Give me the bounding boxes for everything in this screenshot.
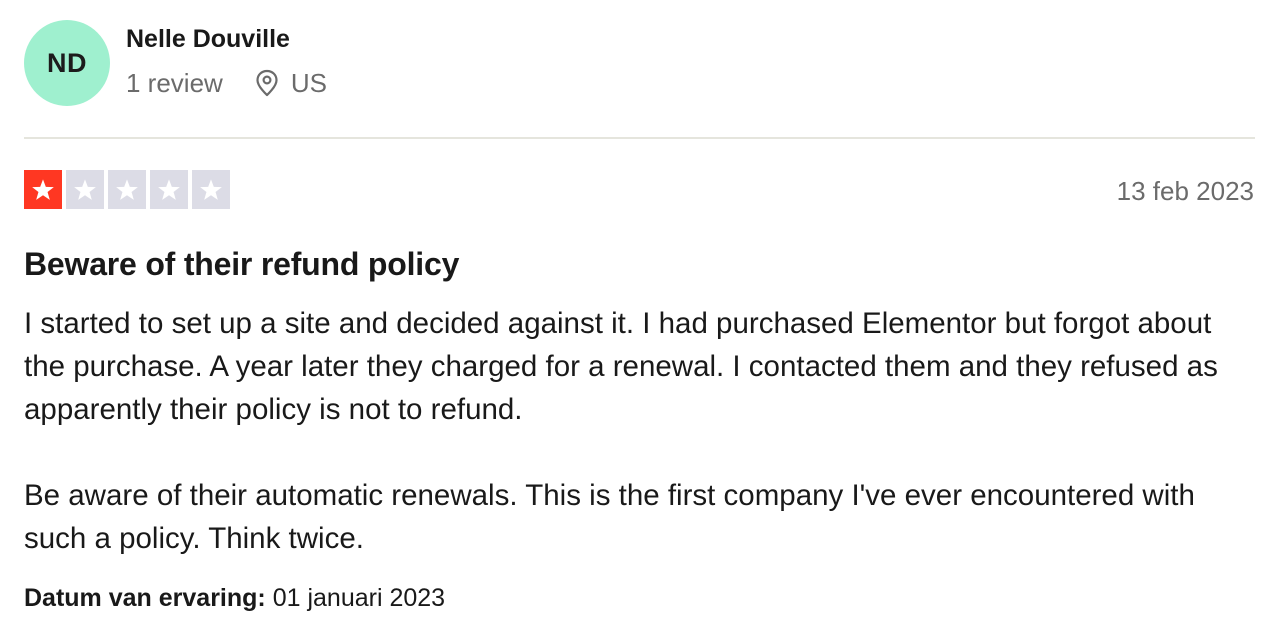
reviewer-header: ND Nelle Douville 1 review US [24,20,327,106]
star-empty-icon [192,170,230,209]
star-empty-icon [66,170,104,209]
location-label: US [290,68,327,98]
map-pin-icon [256,69,278,97]
review-paragraph: I started to set up a site and decided a… [24,307,1218,426]
star-empty-icon [108,170,146,209]
review-date: 13 feb 2023 [1116,176,1254,206]
review-paragraph: Be aware of their automatic renewals. Th… [24,479,1195,555]
star-empty-icon [150,170,188,209]
review-body: I started to set up a site and decided a… [24,302,1260,560]
review-count: 1 review [126,68,223,98]
avatar[interactable]: ND [24,20,110,106]
experience-value: 01 januari 2023 [272,584,446,612]
review-title[interactable]: Beware of their refund policy [24,244,459,284]
experience-date: Datum van ervaring: 01 januari 2023 [24,582,445,614]
divider [24,137,1255,139]
reviewer-name[interactable]: Nelle Douville [126,24,327,54]
reviewer-info: Nelle Douville 1 review US [126,25,327,98]
star-filled-icon [24,170,62,209]
experience-label: Datum van ervaring: [24,584,266,612]
reviewer-meta: 1 review US [126,68,327,98]
star-rating [24,170,234,209]
reviewer-location: US [255,68,327,98]
